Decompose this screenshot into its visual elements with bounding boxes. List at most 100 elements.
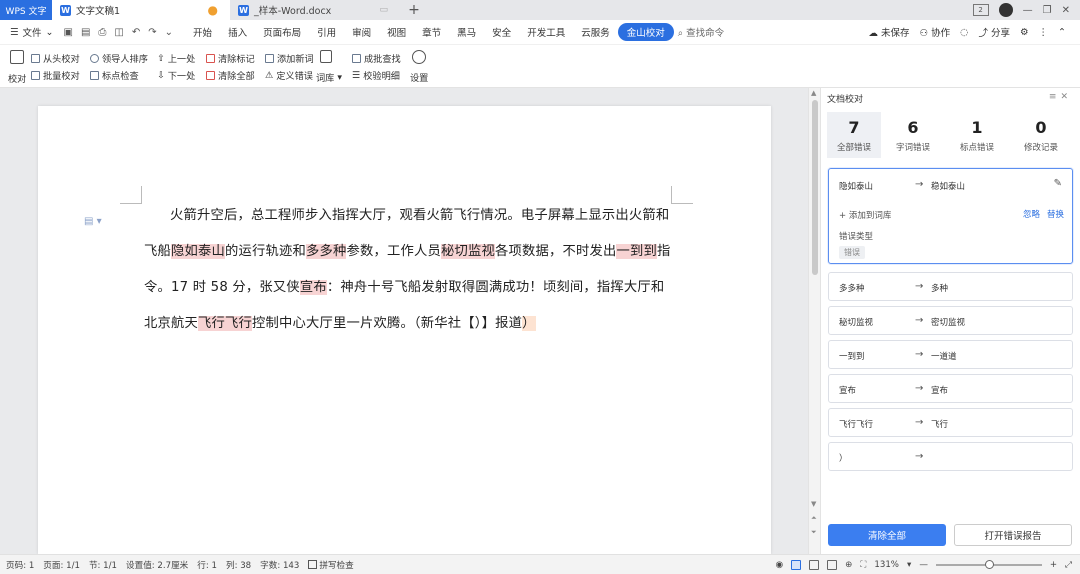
page-down-icon[interactable]: ⏷: [811, 528, 817, 537]
error-card-selected[interactable]: 隐如泰山 → 稳如泰山 ✎ + 添加到词库 忽略 替换 错误类型 错误: [828, 168, 1073, 264]
menu-item-review[interactable]: 审阅: [344, 25, 379, 39]
flagged-error-text[interactable]: 宣布: [299, 280, 327, 295]
avatar[interactable]: [998, 3, 1013, 17]
preview-icon[interactable]: ◫: [114, 27, 123, 38]
add-word-button[interactable]: 添加新词: [265, 51, 314, 65]
punct-check-button[interactable]: 标点检查: [90, 68, 139, 82]
outline-view-icon[interactable]: [809, 559, 820, 570]
page-view-icon[interactable]: [791, 559, 802, 570]
collab-button[interactable]: ⚇ 协作: [920, 25, 951, 39]
undo-icon[interactable]: ↶: [132, 27, 140, 38]
collapse-ribbon-icon[interactable]: ⌃: [1058, 27, 1066, 38]
command-search[interactable]: ⌕ 查找命令: [678, 25, 724, 39]
save-icon[interactable]: ▣: [64, 27, 73, 38]
flagged-error-text[interactable]: 隐如泰山: [171, 244, 225, 259]
zoom-slider-knob[interactable]: [984, 559, 994, 569]
verify-detail-button[interactable]: ☰ 校验明细: [352, 68, 400, 83]
zoom-out-icon[interactable]: —: [919, 560, 928, 570]
edit-icon[interactable]: ✎: [1054, 178, 1062, 189]
stat-punct-errors[interactable]: 1 标点错误: [945, 112, 1009, 158]
tab-document-1[interactable]: W 文字文稿1 ●: [52, 0, 230, 20]
proofread-button[interactable]: 校对: [8, 71, 26, 85]
error-card[interactable]: ） →: [828, 442, 1073, 471]
menu-item-developer[interactable]: 开发工具: [519, 25, 573, 39]
comment-icon[interactable]: ◌: [960, 27, 968, 38]
next-button[interactable]: ⇩ 下一处: [157, 68, 195, 83]
fullscreen-icon[interactable]: ⤢: [1065, 560, 1072, 570]
flagged-punct-text[interactable]: ）: [522, 316, 536, 331]
zoom-slider[interactable]: [935, 559, 1042, 569]
zoom-in-icon[interactable]: +: [1050, 560, 1057, 570]
zoom-dropdown-icon[interactable]: ▾: [907, 560, 911, 570]
stat-all-errors[interactable]: 7 全部错误: [827, 112, 881, 158]
batch-proofread-button[interactable]: 批量校对: [31, 68, 80, 82]
clear-marks-button[interactable]: 清除标记: [206, 51, 255, 65]
paragraph-handle-icon[interactable]: ▤ ▾: [84, 216, 102, 227]
document-body[interactable]: 火箭升空后，总工程师步入指挥大厅，观看火箭飞行情况。电子屏幕上显示出火箭和飞船隐…: [144, 198, 674, 342]
redo-icon[interactable]: ↷: [148, 27, 156, 38]
eye-protection-icon[interactable]: ◉: [776, 560, 784, 570]
share-button[interactable]: ⤴ 分享: [978, 25, 1010, 39]
settings-icon[interactable]: ⚙: [1020, 27, 1029, 38]
open-report-button[interactable]: 打开错误报告: [954, 524, 1072, 546]
menu-item-references[interactable]: 引用: [309, 25, 344, 39]
reading-view-icon[interactable]: [827, 559, 838, 570]
error-card[interactable]: 飞行飞行 → 飞行: [828, 408, 1073, 437]
new-tab-button[interactable]: +: [402, 0, 426, 20]
stat-change-log[interactable]: 0 修改记录: [1009, 112, 1073, 158]
add-to-lexicon-button[interactable]: + 添加到词库: [839, 209, 891, 221]
flagged-error-text[interactable]: 飞行飞行: [198, 316, 252, 331]
clear-all-button[interactable]: 清除全部: [828, 524, 946, 546]
stat-word-errors[interactable]: 6 字词错误: [881, 112, 945, 158]
prev-button[interactable]: ⇧ 上一处: [157, 51, 195, 66]
tab-document-2[interactable]: W _样本-Word.docx ▭: [230, 0, 402, 20]
menu-item-proofread[interactable]: 金山校对: [617, 23, 674, 41]
more-icon[interactable]: ⋮: [1039, 27, 1049, 38]
status-word-count[interactable]: 字数: 143: [254, 559, 302, 571]
zoom-level[interactable]: 131%: [874, 560, 899, 570]
scroll-up-icon[interactable]: ▲: [811, 89, 816, 97]
more-chevron-icon[interactable]: ⌄: [165, 27, 173, 38]
spell-check-toggle[interactable]: 拼写检查: [302, 559, 356, 571]
unsaved-status[interactable]: ☁ 未保存: [869, 25, 910, 39]
clear-all-ribbon-button[interactable]: 清除全部: [206, 68, 255, 82]
scrollbar-thumb[interactable]: [812, 100, 818, 275]
file-menu[interactable]: ☰ 文件 ⌄: [10, 25, 54, 40]
minimize-icon[interactable]: —: [1023, 5, 1033, 16]
wps-app-tab[interactable]: WPS 文字: [0, 0, 52, 20]
restore-icon[interactable]: ❐: [1043, 5, 1052, 16]
error-card[interactable]: 多多种 → 多种: [828, 272, 1073, 301]
panel-close-icon[interactable]: ✕: [1060, 92, 1072, 102]
scroll-down-icon[interactable]: ▼: [811, 500, 816, 508]
settings-button[interactable]: 设置: [410, 70, 428, 84]
panel-menu-icon[interactable]: ≡: [1049, 92, 1061, 102]
menu-item-insert[interactable]: 插入: [220, 25, 255, 39]
print-icon[interactable]: ⎙: [98, 27, 106, 38]
menu-item-view[interactable]: 视图: [379, 25, 414, 39]
page-up-icon[interactable]: ⏶: [811, 514, 817, 523]
menu-item-start[interactable]: 开始: [185, 25, 220, 39]
document-page[interactable]: ▤ ▾ 火箭升空后，总工程师步入指挥大厅，观看火箭飞行情况。电子屏幕上显示出火箭…: [38, 106, 771, 554]
error-card[interactable]: 宣布 → 宣布: [828, 374, 1073, 403]
flagged-error-text[interactable]: 多多种: [305, 244, 347, 259]
flagged-error-text[interactable]: 秘切监视: [440, 244, 495, 259]
export-icon[interactable]: ▤: [81, 27, 90, 38]
vertical-scrollbar[interactable]: ▲ ▼ ⏶ ⏷: [808, 88, 820, 554]
web-view-icon[interactable]: ⊕: [845, 560, 852, 570]
menu-item-cloud[interactable]: 云服务: [573, 25, 618, 39]
fit-page-icon[interactable]: ⛶: [860, 560, 866, 570]
define-error-button[interactable]: ⚠ 定义错误: [265, 68, 313, 83]
lexicon-dropdown[interactable]: 词库 ▾: [316, 70, 342, 85]
menu-item-page-layout[interactable]: 页面布局: [255, 25, 309, 39]
menu-item-chapter[interactable]: 章节: [414, 25, 449, 39]
error-card[interactable]: 一到到 → 一道道: [828, 340, 1073, 369]
error-card[interactable]: 秘切监视 → 密切监视: [828, 306, 1073, 335]
menu-item-security[interactable]: 安全: [484, 25, 519, 39]
flagged-error-text[interactable]: 一到到: [616, 244, 657, 259]
replace-button[interactable]: 替换: [1047, 208, 1064, 220]
close-icon[interactable]: ✕: [1062, 5, 1070, 16]
from-start-button[interactable]: 从头校对: [31, 51, 80, 65]
batch-find-button[interactable]: 成批查找: [352, 51, 401, 65]
menu-item-heima[interactable]: 黑马: [449, 25, 484, 39]
leader-order-button[interactable]: 领导人排序: [90, 51, 148, 65]
